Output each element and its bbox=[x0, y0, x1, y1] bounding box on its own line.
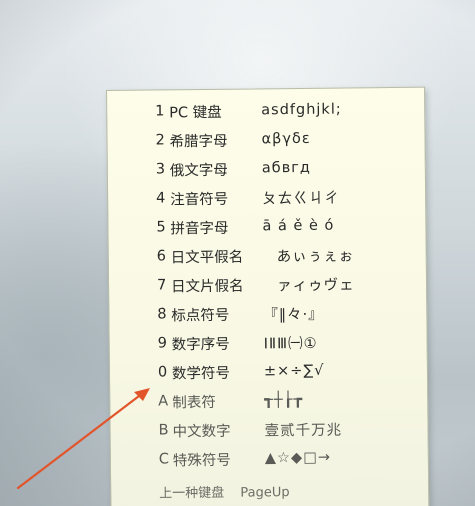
menu-item-sample: 『‖々·』 bbox=[263, 306, 324, 323]
menu-item-greek[interactable]: 2 希腊字母 αβγδε bbox=[155, 126, 310, 154]
menu-item-label: 数学符号 bbox=[171, 365, 231, 382]
menu-item-number: 9 bbox=[157, 335, 167, 352]
menu-item-number: 6 bbox=[156, 248, 167, 265]
menu-item-sample: asdfghjkl; bbox=[261, 101, 342, 119]
menu-item-label: 注音符号 bbox=[170, 191, 229, 208]
menu-item-number: 2 bbox=[155, 132, 165, 149]
menu-item-russian[interactable]: 3 俄文字母 абвгд bbox=[156, 155, 311, 183]
menu-item-number: 3 bbox=[155, 161, 166, 178]
menu-item-sample: ⅠⅡⅢ㈠① bbox=[263, 335, 318, 352]
menu-item-number: C bbox=[158, 451, 170, 468]
menu-item-punctuation[interactable]: 8 标点符号 『‖々·』 bbox=[157, 300, 324, 328]
menu-item-number: 8 bbox=[157, 306, 167, 323]
menu-item-label: 数字序号 bbox=[171, 336, 230, 353]
menu-item-chinese-numerals[interactable]: B 中文数字 壹贰千万兆 bbox=[158, 416, 342, 444]
menu-item-sample: ㄆㄊㄍㄐㄔ bbox=[262, 190, 340, 207]
menu-item-label: 俄文字母 bbox=[169, 162, 228, 179]
menu-item-katakana[interactable]: 7 日文片假名 ァィゥヴェ bbox=[157, 270, 355, 298]
menu-item-number: 1 bbox=[155, 103, 165, 120]
menu-item-sample: ±×÷∑√ bbox=[263, 362, 325, 380]
menu-item-label: 中文数字 bbox=[172, 423, 231, 440]
menu-item-label: 标点符号 bbox=[171, 307, 230, 324]
menu-item-number: 7 bbox=[156, 277, 167, 294]
menu-item-label: 拼音字母 bbox=[170, 220, 229, 237]
menu-item-label: 希腊字母 bbox=[169, 133, 228, 150]
menu-item-sample: ▲☆◆□→ bbox=[264, 449, 332, 467]
menu-item-sample: ァィゥヴェ bbox=[276, 276, 355, 294]
menu-item-number: 0 bbox=[157, 364, 168, 381]
menu-item-special-symbols[interactable]: C 特殊符号 ▲☆◆□→ bbox=[159, 445, 331, 473]
footer-shortcut: PageUp bbox=[240, 485, 290, 501]
menu-item-number: A bbox=[158, 393, 169, 410]
footer-label: 上一种键盘 bbox=[159, 485, 225, 502]
menu-item-sample: ┱┼┟┲ bbox=[264, 391, 304, 409]
menu-item-pinyin[interactable]: 5 拼音字母 ā á ě è ó bbox=[156, 213, 334, 241]
menu-item-sample: αβγδε bbox=[261, 130, 311, 148]
menu-item-box-drawing[interactable]: A 制表符 ┱┼┟┲ bbox=[158, 387, 303, 415]
menu-item-sample: あぃぅぇぉ bbox=[276, 247, 355, 265]
menu-item-math-symbols[interactable]: 0 数学符号 ±×÷∑√ bbox=[158, 358, 325, 386]
menu-item-pc-keyboard[interactable]: 1 PC 键盘 asdfghjkl; bbox=[155, 97, 342, 125]
menu-item-label: 特殊符号 bbox=[172, 452, 231, 469]
menu-item-number: B bbox=[158, 422, 169, 439]
menu-item-zhuyin[interactable]: 4 注音符号 ㄆㄊㄍㄐㄔ bbox=[156, 184, 340, 212]
menu-item-label: 日文平假名 bbox=[170, 249, 244, 266]
menu-item-label: PC 键盘 bbox=[169, 104, 222, 121]
menu-item-number: 5 bbox=[156, 219, 166, 236]
menu-item-sample: 壹贰千万兆 bbox=[264, 422, 343, 439]
menu-item-label: 制表符 bbox=[172, 394, 216, 411]
menu-item-hiragana[interactable]: 6 日文平假名 あぃぅぇぉ bbox=[157, 241, 355, 269]
menu-item-numeric-ordinals[interactable]: 9 数字序号 ⅠⅡⅢ㈠① bbox=[158, 329, 318, 357]
menu-item-number: 4 bbox=[156, 190, 166, 207]
menu-item-sample: ā á ě è ó bbox=[262, 217, 335, 235]
menu-item-sample: абвгд bbox=[261, 159, 311, 177]
soft-keyboard-menu: 1 PC 键盘 asdfghjkl; 2 希腊字母 αβγδε 3 俄文字母 а… bbox=[106, 86, 430, 506]
menu-footer-previous-keyboard[interactable]: 上一种键盘 PageUp bbox=[159, 481, 290, 501]
menu-item-label: 日文片假名 bbox=[170, 278, 244, 295]
